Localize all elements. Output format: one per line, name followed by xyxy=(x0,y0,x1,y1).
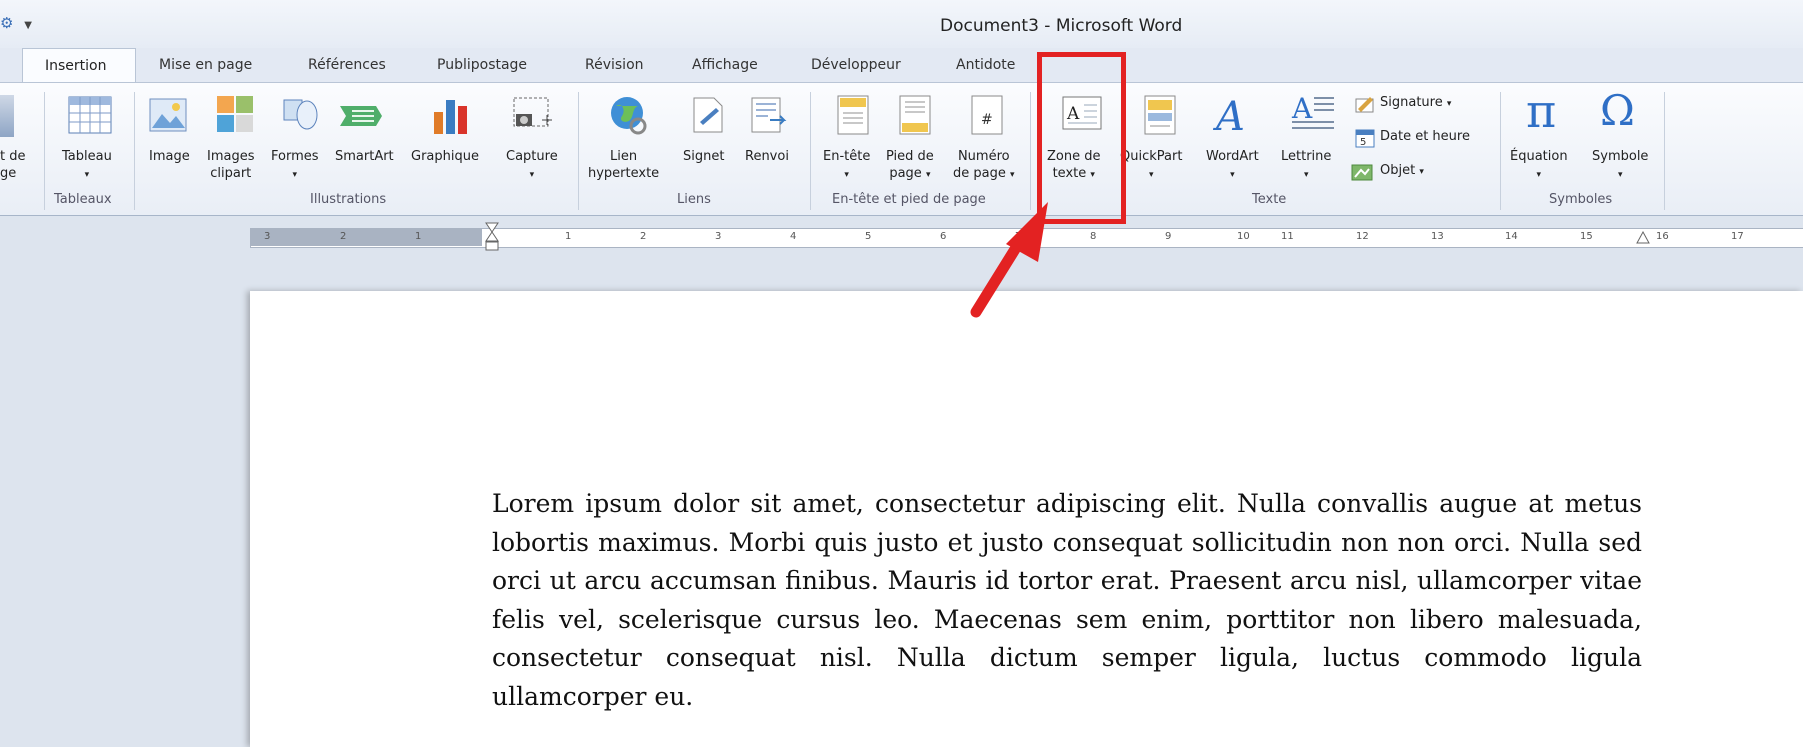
ruler-number: 2 xyxy=(340,231,347,242)
object-button[interactable]: Objet ▾ xyxy=(1380,162,1424,181)
symbol-button[interactable]: Symbole ▾ xyxy=(1592,148,1648,184)
document-paragraph[interactable]: Lorem ipsum dolor sit amet, consectetur … xyxy=(492,485,1642,716)
ruler-number: 10 xyxy=(1237,231,1250,242)
ruler-number: 9 xyxy=(1165,231,1172,242)
ruler-number: 2 xyxy=(640,231,647,242)
smartart-button[interactable]: SmartArt xyxy=(335,148,394,165)
ribbon-tab-bar xyxy=(0,48,1803,82)
bookmark-icon[interactable] xyxy=(688,96,726,134)
crossref-button[interactable]: Renvoi xyxy=(745,148,789,165)
title-bar xyxy=(0,0,1803,48)
ruler-number: 4 xyxy=(790,231,797,242)
quick-access-dropdown[interactable]: ▼ xyxy=(24,20,32,31)
hyperlink-button[interactable]: Lien hypertexte xyxy=(588,148,659,182)
ruler-number: 17 xyxy=(1731,231,1744,242)
group-illustrations: Illustrations xyxy=(310,192,387,207)
image-button[interactable]: Image xyxy=(149,148,190,165)
bookmark-button[interactable]: Signet xyxy=(683,148,724,165)
svg-text:5: 5 xyxy=(1360,137,1366,148)
footer-button[interactable]: Pied de page ▾ xyxy=(886,148,934,184)
ruler-margin-left xyxy=(250,228,482,246)
omega-icon[interactable]: Ω xyxy=(1600,86,1646,136)
globe-icon[interactable] xyxy=(608,94,650,136)
ruler-number: 3 xyxy=(264,231,271,242)
cover-page-icon[interactable] xyxy=(0,95,14,137)
footer-icon[interactable] xyxy=(898,94,932,136)
ruler-number: 5 xyxy=(865,231,872,242)
group-texte: Texte xyxy=(1252,192,1287,207)
equation-button[interactable]: Équation ▾ xyxy=(1510,148,1568,184)
shapes-button[interactable]: Formes ▾ xyxy=(271,148,319,184)
crossref-icon[interactable] xyxy=(748,96,788,134)
ruler-number: 1 xyxy=(565,231,572,242)
chart-icon[interactable] xyxy=(430,94,474,136)
tab-developpeur[interactable]: Développeur xyxy=(811,57,901,73)
quick-access-toolbar[interactable]: ⚙ ▼ xyxy=(0,14,32,32)
tab-publipostage[interactable]: Publipostage xyxy=(437,57,527,73)
ruler-number: 3 xyxy=(715,231,722,242)
capture-button[interactable]: Capture ▾ xyxy=(506,148,558,184)
signature-button[interactable]: Signature ▾ xyxy=(1380,94,1451,113)
header-icon[interactable] xyxy=(836,94,870,136)
tab-references[interactable]: Références xyxy=(308,57,386,73)
group-symboles: Symboles xyxy=(1549,192,1613,207)
ruler-number: 6 xyxy=(940,231,947,242)
chart-button[interactable]: Graphique xyxy=(411,148,479,165)
date-time-button[interactable]: Date et heure xyxy=(1380,128,1470,145)
tab-antidote[interactable]: Antidote xyxy=(956,57,1015,73)
arrow-annotation xyxy=(970,202,1048,318)
ruler-number: 12 xyxy=(1356,231,1369,242)
object-icon[interactable] xyxy=(1349,162,1375,182)
ruler-number: 8 xyxy=(1090,231,1097,242)
svg-text:A: A xyxy=(1212,94,1245,136)
svg-text:#: # xyxy=(981,112,993,128)
signature-icon[interactable] xyxy=(1355,94,1375,114)
page-number-button[interactable]: Numéro de page ▾ xyxy=(953,148,1015,184)
capture-icon[interactable] xyxy=(512,96,554,134)
clipart-icon[interactable] xyxy=(215,94,255,134)
ruler-number: 14 xyxy=(1505,231,1518,242)
wordart-icon[interactable]: A xyxy=(1212,90,1252,140)
tab-mise-en-page[interactable]: Mise en page xyxy=(159,57,252,73)
ruler-number: 16 xyxy=(1656,231,1669,242)
shapes-icon[interactable] xyxy=(280,94,320,134)
wordart-button[interactable]: WordArt ▾ xyxy=(1206,148,1259,184)
indent-marker[interactable] xyxy=(485,222,499,252)
date-icon[interactable]: 5 xyxy=(1355,128,1375,148)
ruler-number: 13 xyxy=(1431,231,1444,242)
ruler-number: 15 xyxy=(1580,231,1593,242)
table-icon[interactable] xyxy=(68,96,112,134)
ruler-number: 11 xyxy=(1281,231,1294,242)
group-tableaux: Tableaux xyxy=(54,192,112,207)
dropcap-button[interactable]: Lettrine ▾ xyxy=(1281,148,1331,184)
right-indent-marker[interactable] xyxy=(1636,230,1650,244)
quickpart-icon[interactable] xyxy=(1143,94,1177,136)
image-icon[interactable] xyxy=(148,96,188,134)
smartart-icon[interactable] xyxy=(338,98,384,134)
dropcap-icon[interactable]: A xyxy=(1290,90,1336,136)
pi-icon[interactable]: π xyxy=(1526,86,1572,136)
table-button[interactable]: Tableau ▾ xyxy=(62,148,112,184)
page-number-icon[interactable]: # xyxy=(970,94,1004,136)
cover-page-button[interactable]: t de ge xyxy=(0,148,25,182)
group-liens: Liens xyxy=(677,192,711,207)
quick-access-icon[interactable]: ⚙ xyxy=(0,14,13,32)
quickpart-button[interactable]: QuickPart ▾ xyxy=(1120,148,1182,184)
svg-text:A: A xyxy=(1291,92,1313,125)
tab-affichage[interactable]: Affichage xyxy=(692,57,758,73)
tab-revision[interactable]: Révision xyxy=(585,57,644,73)
window-title: Document3 - Microsoft Word xyxy=(940,16,1183,36)
header-button[interactable]: En-tête ▾ xyxy=(823,148,870,184)
clipart-button[interactable]: Images clipart xyxy=(207,148,255,182)
tab-insertion[interactable]: Insertion xyxy=(22,48,136,84)
ruler-number: 1 xyxy=(415,231,422,242)
